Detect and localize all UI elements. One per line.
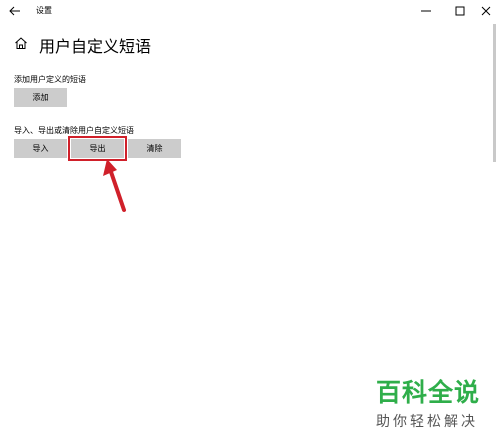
watermark-main: 百科全说 — [376, 378, 481, 407]
page-title: 用户自定义短语 — [39, 37, 152, 56]
maximize-icon[interactable] — [452, 3, 468, 19]
close-icon[interactable] — [478, 3, 494, 19]
watermark-sub: 助你轻松解决 — [376, 414, 478, 430]
annotation-arrow-icon — [103, 159, 126, 212]
add-section-label: 添加用户定义的短语 — [14, 75, 86, 84]
title-bar: 设置 — [0, 0, 500, 22]
scrollbar-thumb[interactable] — [493, 24, 496, 162]
minimize-icon[interactable] — [418, 3, 434, 19]
add-button[interactable]: 添加 — [14, 88, 67, 107]
manage-section-label: 导入、导出或清除用户自定义短语 — [14, 126, 134, 135]
home-icon[interactable] — [14, 36, 28, 50]
window-title: 设置 — [36, 6, 52, 15]
import-button[interactable]: 导入 — [14, 139, 67, 158]
back-arrow-icon[interactable] — [8, 4, 22, 18]
watermark: 百科全说 助你轻松解决 — [376, 373, 480, 431]
